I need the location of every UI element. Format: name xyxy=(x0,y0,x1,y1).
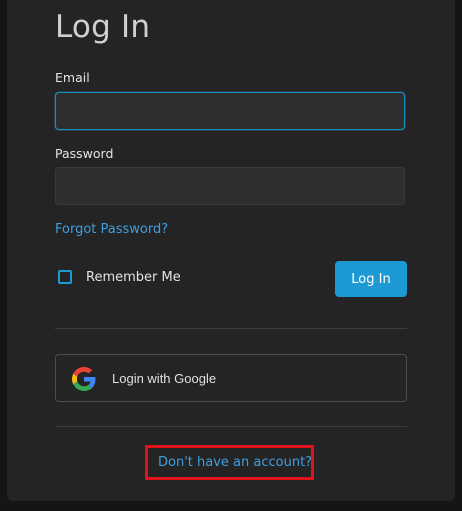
email-label: Email xyxy=(55,70,90,85)
login-button[interactable]: Log In xyxy=(335,261,407,297)
email-field[interactable] xyxy=(55,92,405,130)
google-g-icon xyxy=(72,367,96,391)
divider xyxy=(55,426,407,427)
remember-me-checkbox[interactable] xyxy=(58,270,72,284)
password-field[interactable] xyxy=(55,167,405,205)
google-login-button[interactable]: Login with Google xyxy=(55,354,407,402)
forgot-password-link[interactable]: Forgot Password? xyxy=(55,221,168,239)
remember-me-label: Remember Me xyxy=(86,270,181,285)
page-title: Log In xyxy=(55,9,151,45)
divider xyxy=(55,328,407,329)
password-label: Password xyxy=(55,146,114,161)
google-login-label: Login with Google xyxy=(112,371,217,386)
highlight-box xyxy=(145,445,314,480)
